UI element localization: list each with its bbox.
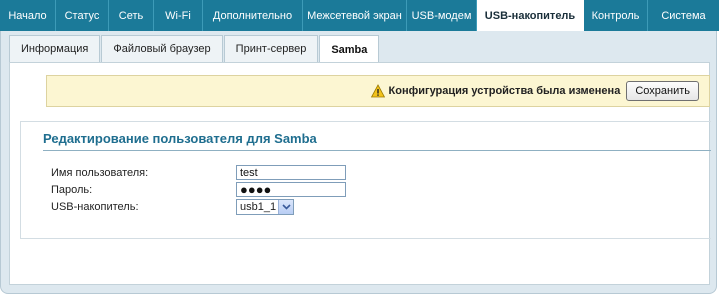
edit-user-form: Редактирование пользователя для Samba Им… <box>20 121 711 239</box>
title-divider <box>43 150 711 151</box>
username-field[interactable]: test <box>236 165 346 180</box>
nav-item-firewall[interactable]: Межсетевой экран <box>303 0 407 31</box>
chevron-down-icon[interactable] <box>278 200 293 214</box>
main-panel: Информация Файловый браузер Принт-сервер… <box>0 31 717 294</box>
content-area: Конфигурация устройства была изменена Со… <box>9 62 711 285</box>
subtab-info[interactable]: Информация <box>9 35 101 62</box>
usb-storage-select[interactable]: usb1_1 <box>236 199 294 215</box>
usb-storage-selected: usb1_1 <box>240 201 277 213</box>
password-field[interactable]: ●●●● <box>236 182 346 197</box>
nav-item-control[interactable]: Контроль <box>584 0 648 31</box>
nav-item-home[interactable]: Начало <box>0 0 56 31</box>
nav-item-system[interactable]: Система <box>648 0 719 31</box>
warning-icon <box>370 84 385 98</box>
nav-item-usb-storage[interactable]: USB-накопитель <box>477 0 584 31</box>
subtab-bar: Информация Файловый браузер Принт-сервер… <box>9 35 380 63</box>
nav-item-usb-modem[interactable]: USB-модем <box>407 0 477 31</box>
subtab-samba[interactable]: Samba <box>319 35 380 63</box>
config-changed-notice: Конфигурация устройства была изменена Со… <box>46 75 710 107</box>
notice-message: Конфигурация устройства была изменена <box>388 85 621 97</box>
nav-item-wifi[interactable]: Wi-Fi <box>154 0 203 31</box>
nav-item-network[interactable]: Сеть <box>109 0 154 31</box>
form-title: Редактирование пользователя для Samba <box>43 131 317 146</box>
subtab-file-browser[interactable]: Файловый браузер <box>101 35 223 62</box>
usb-storage-label: USB-накопитель: <box>51 200 139 213</box>
save-button[interactable]: Сохранить <box>626 81 699 101</box>
nav-item-advanced[interactable]: Дополнительно <box>203 0 303 31</box>
subtab-print-server[interactable]: Принт-сервер <box>223 35 319 62</box>
top-navigation: Начало Статус Сеть Wi-Fi Дополнительно М… <box>0 0 719 31</box>
nav-item-status[interactable]: Статус <box>56 0 109 31</box>
username-label: Имя пользователя: <box>51 166 149 179</box>
password-label: Пароль: <box>51 183 93 196</box>
